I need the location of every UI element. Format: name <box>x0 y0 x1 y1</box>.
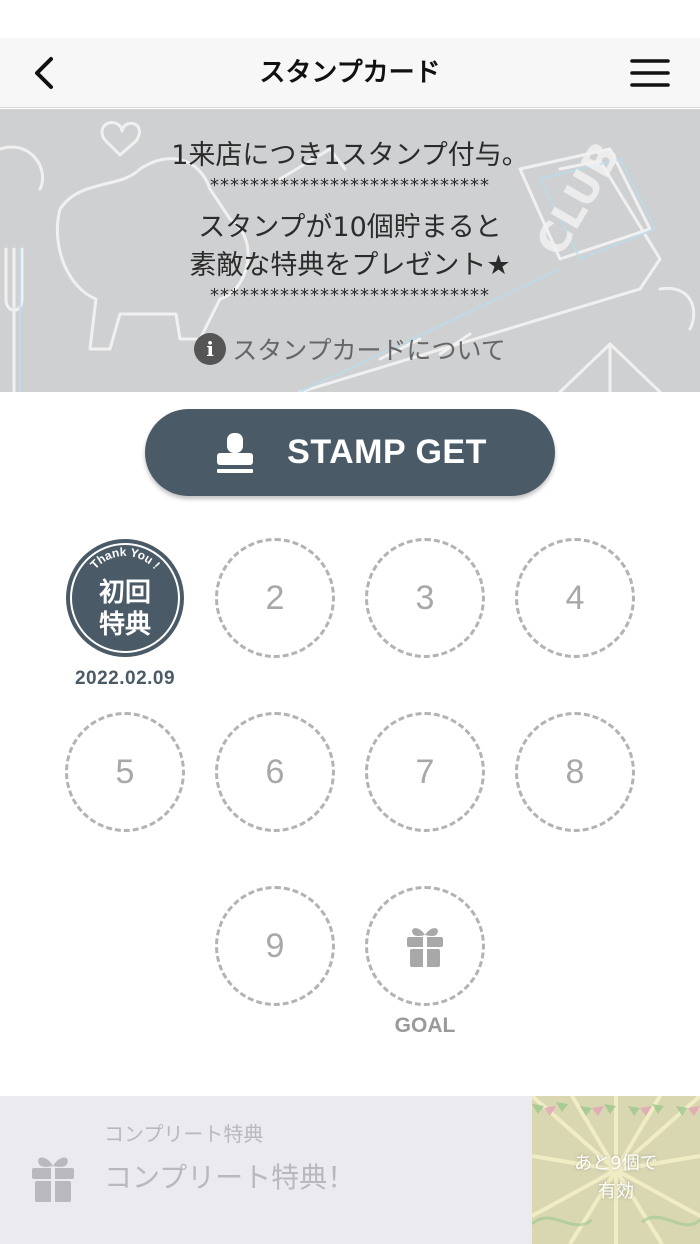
first-visit-stamp: Thank You ! 初回 特典 <box>66 539 184 657</box>
stamp-slot-6: 6 <box>215 712 335 832</box>
stamp-slot-7: 7 <box>365 712 485 832</box>
stamp-slot-goal <box>365 886 485 1006</box>
stamp-get-button[interactable]: STAMP GET <box>145 409 555 496</box>
stamp-slot-3: 3 <box>365 538 485 658</box>
remaining-text: あと9個で 有効 <box>532 1150 700 1206</box>
about-stamp-card-link[interactable]: i スタンプカードについて <box>0 331 700 367</box>
app-header: スタンプカード <box>0 38 700 108</box>
complete-reward-bar: コンプリート特典 コンプリート特典！ あと9個で 有効 <box>0 1096 700 1244</box>
first-stamp-date: 2022.02.09 <box>74 668 176 689</box>
remaining-line2: 有効 <box>598 1181 634 1202</box>
page-title: スタンプカード <box>259 58 441 88</box>
status-bar <box>0 0 700 38</box>
complete-reward-title: コンプリート特典！ <box>104 1161 356 1194</box>
complete-reward-item[interactable]: コンプリート特典 コンプリート特典！ <box>0 1096 532 1244</box>
menu-button[interactable] <box>628 54 672 92</box>
about-stamp-card-label: スタンプカードについて <box>232 336 506 365</box>
first-stamp-line2: 特典 <box>99 609 151 640</box>
stamp-slot-4: 4 <box>515 538 635 658</box>
stamp-icon <box>217 432 254 473</box>
stamp-get-label: STAMP GET <box>287 433 487 471</box>
banner-divider: **************************** <box>210 175 490 196</box>
info-icon: i <box>194 333 227 365</box>
remaining-line1: あと9個で <box>574 1153 658 1174</box>
stamp-slot-5: 5 <box>65 712 185 832</box>
complete-reward-subtitle: コンプリート特典 <box>104 1122 264 1146</box>
goal-label: GOAL <box>394 1014 456 1037</box>
remaining-badge: あと9個で 有効 <box>532 1096 700 1244</box>
stamp-slot-8: 8 <box>515 712 635 832</box>
gift-icon <box>407 928 443 967</box>
hamburger-menu-icon <box>630 59 670 87</box>
info-banner: CLUB 1来店につき1スタンプ付与。 ********************… <box>0 109 700 392</box>
stamp-slot-2: 2 <box>215 538 335 658</box>
first-stamp-line1: 初回 <box>99 578 151 608</box>
banner-rule-text: 1来店につき1スタンプ付与。 <box>171 140 529 171</box>
gift-icon <box>32 1157 74 1202</box>
banner-divider-2: **************************** <box>210 285 490 306</box>
banner-reward-text-2: 素敵な特典をプレゼント★ <box>189 250 511 281</box>
banner-reward-text-1: スタンプが10個貯まると <box>198 212 502 243</box>
stamp-slot-9: 9 <box>215 886 335 1006</box>
